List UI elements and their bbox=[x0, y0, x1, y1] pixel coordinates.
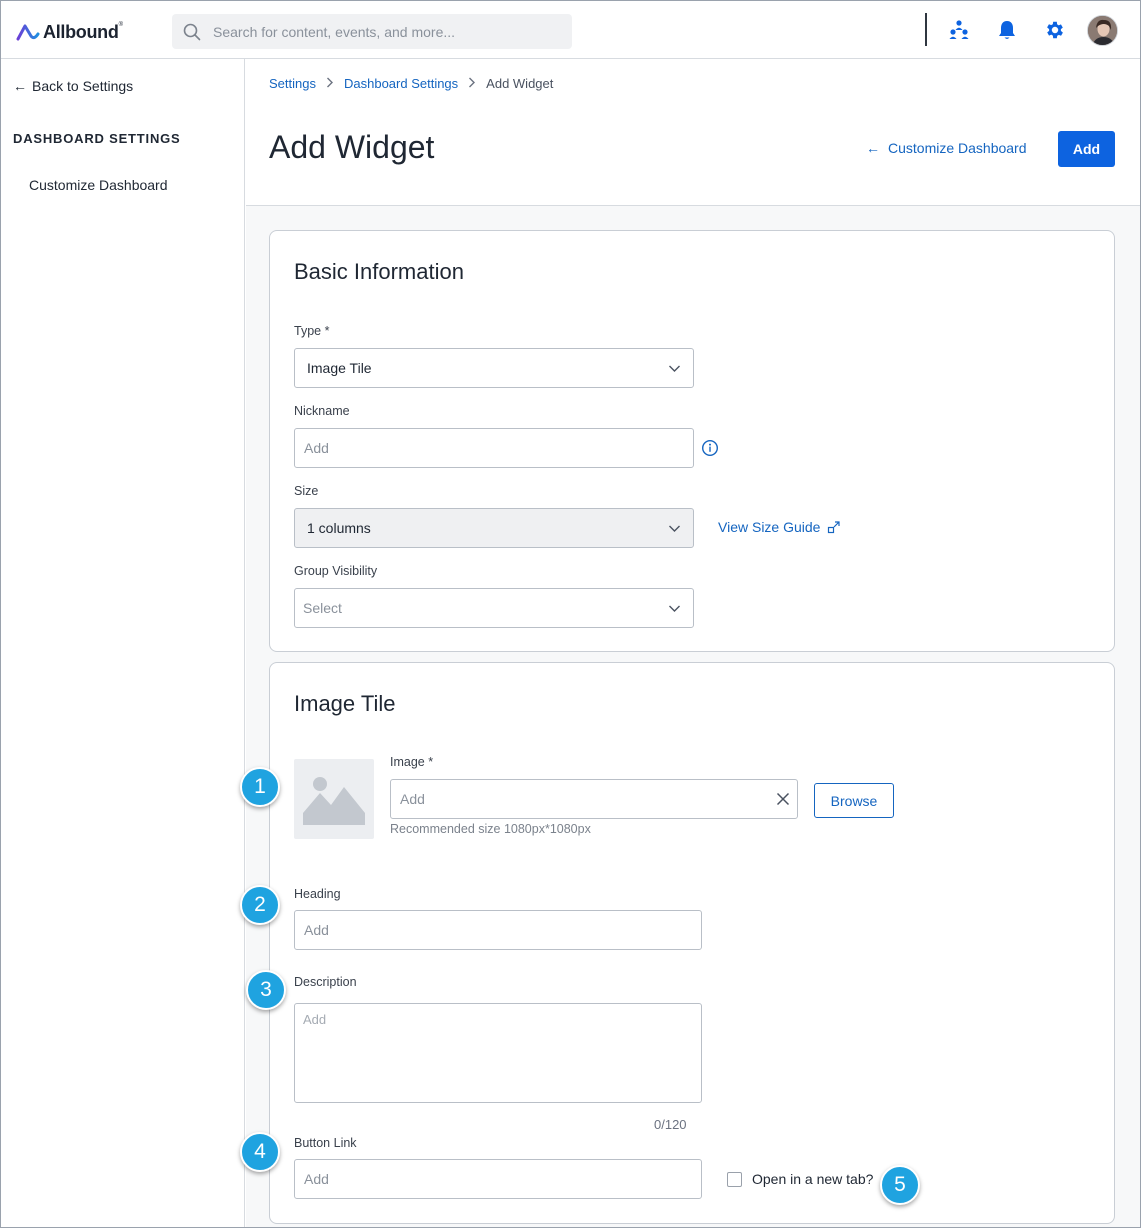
partners-icon[interactable] bbox=[947, 18, 971, 42]
group-visibility-select[interactable]: Select bbox=[294, 588, 694, 628]
open-new-tab-label: Open in a new tab? bbox=[752, 1171, 874, 1187]
callout-badge-1: 1 bbox=[240, 767, 280, 807]
basic-information-card: Basic Information Type * Image Tile Nick… bbox=[269, 230, 1115, 652]
top-bar: Allbound® bbox=[1, 1, 1140, 59]
button-link-input[interactable] bbox=[294, 1159, 702, 1199]
image-tile-title: Image Tile bbox=[294, 691, 396, 716]
open-new-tab-checkbox[interactable] bbox=[727, 1171, 742, 1187]
external-link-icon bbox=[828, 521, 841, 534]
size-guide-label: View Size Guide bbox=[718, 519, 821, 535]
customize-dashboard-link[interactable]: ← Customize Dashboard bbox=[866, 140, 1027, 156]
app-window: Allbound® Search for content, events, an… bbox=[0, 0, 1141, 1228]
customize-link-label: Customize Dashboard bbox=[888, 140, 1027, 156]
heading-input[interactable] bbox=[294, 910, 702, 950]
main-content: Basic Information Type * Image Tile Nick… bbox=[246, 206, 1140, 1227]
back-to-settings-link[interactable]: ← Back to Settings bbox=[13, 78, 133, 94]
avatar-photo-icon bbox=[1088, 16, 1117, 45]
type-select[interactable]: Image Tile bbox=[294, 348, 694, 388]
chevron-down-icon bbox=[669, 525, 680, 532]
chevron-down-icon bbox=[669, 365, 680, 372]
heading-label: Heading bbox=[294, 887, 341, 901]
type-select-value: Image Tile bbox=[307, 360, 372, 376]
allbound-logo-icon bbox=[16, 24, 40, 41]
arrow-left-icon: ← bbox=[13, 78, 27, 94]
back-link-label: Back to Settings bbox=[32, 78, 134, 94]
nickname-input[interactable] bbox=[294, 428, 694, 468]
image-preview bbox=[294, 759, 374, 839]
callout-badge-4: 4 bbox=[240, 1132, 280, 1172]
type-label: Type * bbox=[294, 324, 330, 338]
image-placeholder-icon bbox=[303, 777, 365, 825]
image-size-hint: Recommended size 1080px*1080px bbox=[390, 822, 591, 836]
breadcrumb-dashboard-settings[interactable]: Dashboard Settings bbox=[344, 76, 458, 91]
page-title: Add Widget bbox=[269, 129, 435, 165]
search-bar[interactable] bbox=[172, 14, 572, 49]
image-tile-card: Image Tile Image * Browse Recommended si… bbox=[269, 662, 1115, 1224]
size-label: Size bbox=[294, 484, 319, 498]
header-divider bbox=[925, 13, 927, 46]
chevron-right-icon bbox=[468, 76, 476, 91]
group-visibility-placeholder: Select bbox=[303, 600, 342, 616]
page-header: Settings Dashboard Settings Add Widget A… bbox=[246, 59, 1140, 206]
logo-text: Allbound® bbox=[43, 21, 123, 42]
breadcrumb-settings[interactable]: Settings bbox=[269, 76, 316, 91]
size-select[interactable]: 1 columns bbox=[294, 508, 694, 548]
logo[interactable]: Allbound® bbox=[16, 21, 123, 43]
info-icon[interactable] bbox=[701, 439, 719, 457]
bell-icon[interactable] bbox=[995, 18, 1019, 42]
description-label: Description bbox=[294, 975, 357, 989]
sidebar-item-customize-dashboard[interactable]: Customize Dashboard bbox=[29, 177, 168, 193]
sidebar-section-heading: DASHBOARD SETTINGS bbox=[13, 131, 181, 146]
view-size-guide-link[interactable]: View Size Guide bbox=[718, 519, 841, 535]
size-select-value: 1 columns bbox=[307, 520, 371, 536]
add-button[interactable]: Add bbox=[1058, 131, 1115, 167]
search-icon bbox=[183, 23, 201, 40]
description-char-counter: 0/120 bbox=[654, 1117, 687, 1132]
gear-icon[interactable] bbox=[1043, 18, 1067, 42]
image-input[interactable] bbox=[390, 779, 798, 819]
sidebar: ← Back to Settings DASHBOARD SETTINGS Cu… bbox=[1, 59, 245, 1227]
description-textarea[interactable] bbox=[294, 1003, 702, 1103]
nickname-label: Nickname bbox=[294, 404, 350, 418]
avatar[interactable] bbox=[1087, 15, 1118, 46]
chevron-down-icon bbox=[669, 605, 680, 612]
callout-badge-2: 2 bbox=[240, 885, 280, 925]
breadcrumb-current: Add Widget bbox=[486, 76, 554, 91]
breadcrumb: Settings Dashboard Settings Add Widget bbox=[269, 76, 553, 91]
callout-badge-5: 5 bbox=[880, 1165, 920, 1205]
callout-badge-3: 3 bbox=[246, 970, 286, 1010]
search-input[interactable] bbox=[213, 23, 563, 40]
close-icon[interactable] bbox=[776, 792, 790, 806]
open-new-tab-option[interactable]: Open in a new tab? bbox=[727, 1171, 873, 1187]
button-link-label: Button Link bbox=[294, 1136, 357, 1150]
arrow-left-icon: ← bbox=[866, 140, 880, 156]
group-visibility-label: Group Visibility bbox=[294, 564, 378, 578]
browse-button[interactable]: Browse bbox=[814, 783, 894, 818]
basic-information-title: Basic Information bbox=[294, 259, 464, 284]
chevron-right-icon bbox=[326, 76, 334, 91]
image-label: Image * bbox=[390, 755, 434, 769]
